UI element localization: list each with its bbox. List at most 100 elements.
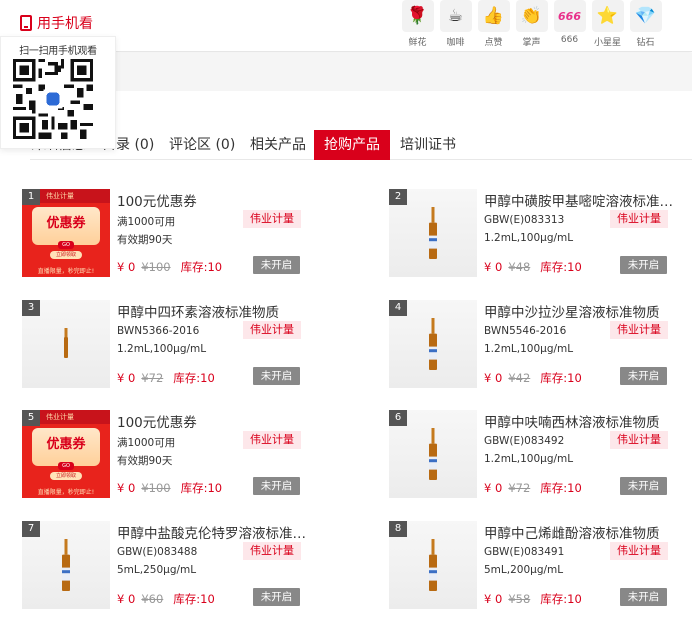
original-price: ¥100 <box>141 481 171 495</box>
rank-badge: 1 <box>22 189 40 205</box>
not-started-button[interactable]: 未开启 <box>253 256 300 274</box>
content-tabs: 详细信息 目录 (0) 评论区 (0) 相关产品 抢购产品 培训证书 <box>30 130 692 160</box>
gift-like[interactable]: 👍 点赞 <box>477 0 510 48</box>
stock-count: 10 <box>567 260 582 274</box>
currency-symbol: ¥ <box>484 592 492 606</box>
stock-label: 库存: <box>180 260 208 274</box>
product-card[interactable]: 4 甲醇中沙拉沙星溶液标准物质 BWN5546-2016 1.2mL,100μg/mL… <box>389 300 689 388</box>
coffee-icon: ☕ <box>439 0 472 32</box>
not-started-button[interactable]: 未开启 <box>253 588 300 606</box>
product-card[interactable]: 1 伟业计量 优惠券 GO 立即领取 直播限量，秒完即止! 100元优惠券 满1000可用 有效… <box>22 189 322 277</box>
product-name[interactable]: 甲醇中盐酸克伦特罗溶液标准物质 <box>117 522 317 542</box>
currency-symbol: ¥ <box>484 481 492 495</box>
rank-badge: 4 <box>389 300 407 316</box>
product-spec-line-1: GBW(E)083488 <box>117 546 198 558</box>
gift-star[interactable]: ⭐ 小星星 <box>591 0 624 48</box>
not-started-button[interactable]: 未开启 <box>620 588 667 606</box>
product-name[interactable]: 甲醇中沙拉沙星溶液标准物质 <box>484 301 684 321</box>
tab-comments[interactable]: 评论区 (0) <box>169 130 235 160</box>
product-card[interactable]: 3 甲醇中四环素溶液标准物质 BWN5366-2016 1.2mL,100μg/mL 伟… <box>22 300 322 388</box>
stock-label: 库存: <box>540 592 568 606</box>
product-card[interactable]: 2 甲醇中磺胺甲基嘧啶溶液标准物质 GBW(E)083313 1.2mL,100μg/… <box>389 189 689 277</box>
price-row: ¥ 0 ¥48 库存:10 <box>484 259 582 275</box>
qr-caption: 扫一扫用手机观看 <box>19 46 97 57</box>
stock-count: 10 <box>567 481 582 495</box>
tab-flash-sale-products[interactable]: 抢购产品 <box>314 130 390 160</box>
price-row: ¥ 0 ¥100 库存:10 <box>117 259 222 275</box>
tab-training-certificate[interactable]: 培训证书 <box>400 130 456 160</box>
not-started-button[interactable]: 未开启 <box>253 367 300 385</box>
gift-coffee[interactable]: ☕ 咖啡 <box>439 0 472 48</box>
sale-price: 0 <box>494 260 503 274</box>
price-row: ¥ 0 ¥60 库存:10 <box>117 591 215 607</box>
coupon-footer: 直播限量，秒完即止! <box>37 268 95 275</box>
not-started-button[interactable]: 未开启 <box>620 367 667 385</box>
rank-badge: 7 <box>22 521 40 537</box>
original-price: ¥42 <box>508 371 531 385</box>
product-spec-line-1: GBW(E)083313 <box>484 214 565 226</box>
not-started-button[interactable]: 未开启 <box>620 477 667 495</box>
not-started-button[interactable]: 未开启 <box>620 256 667 274</box>
watch-on-phone-label: 用手机看 <box>37 16 93 32</box>
product-spec-line-1: GBW(E)083491 <box>484 546 565 558</box>
product-spec-line-1: GBW(E)083492 <box>484 435 565 447</box>
six-six-six-icon: 666 <box>553 0 586 32</box>
original-price: ¥48 <box>508 260 531 274</box>
clap-icon: 👏 <box>515 0 548 32</box>
currency-symbol: ¥ <box>484 260 492 274</box>
product-card[interactable]: 7 甲醇中盐酸克伦特罗溶液标准物质 GBW(E)083488 5mL,250μg/mL… <box>22 521 322 609</box>
gift-666[interactable]: 666 666 <box>553 0 586 48</box>
product-name[interactable]: 100元优惠券 <box>117 190 317 210</box>
stock-label: 库存: <box>540 371 568 385</box>
product-card[interactable]: 8 甲醇中己烯雌酚溶液标准物质 GBW(E)083491 5mL,200μg/mL 伟业… <box>389 521 689 609</box>
rank-badge: 3 <box>22 300 40 316</box>
sale-price: 0 <box>127 592 136 606</box>
coupon-title: 优惠券 <box>32 428 100 466</box>
rank-badge: 6 <box>389 410 407 426</box>
coupon-go: GO <box>58 462 74 470</box>
product-card[interactable]: 5 伟业计量 优惠券 GO 立即领取 直播限量，秒完即止! 100元优惠券 满1000可用 有效… <box>22 410 322 498</box>
product-card[interactable]: 6 甲醇中呋喃西林溶液标准物质 GBW(E)083492 1.2mL,100μg/mL… <box>389 410 689 498</box>
diamond-icon: 💎 <box>629 0 662 32</box>
product-name[interactable]: 甲醇中磺胺甲基嘧啶溶液标准物质 <box>484 190 684 210</box>
gift-diamond[interactable]: 💎 钻石 <box>629 0 662 48</box>
watch-on-phone-link[interactable]: 用手机看 <box>20 13 93 33</box>
stock-label: 库存: <box>173 371 201 385</box>
original-price: ¥58 <box>508 592 531 606</box>
product-spec-line-2: 1.2mL,100μg/mL <box>484 453 574 465</box>
product-name[interactable]: 甲醇中呋喃西林溶液标准物质 <box>484 411 684 431</box>
gift-rose[interactable]: 🌹 鲜花 <box>401 0 434 48</box>
brand-tag: 伟业计量 <box>243 431 301 449</box>
tab-related-products[interactable]: 相关产品 <box>250 130 306 160</box>
sale-price: 0 <box>127 371 136 385</box>
currency-symbol: ¥ <box>117 260 125 274</box>
not-started-button[interactable]: 未开启 <box>253 477 300 495</box>
original-price: ¥100 <box>141 260 171 274</box>
product-name[interactable]: 甲醇中己烯雌酚溶液标准物质 <box>484 522 684 542</box>
product-spec-line-1: BWN5546-2016 <box>484 325 567 337</box>
sale-price: 0 <box>494 481 503 495</box>
qr-popup: 扫一扫用手机观看 <box>0 36 116 149</box>
brand-tag: 伟业计量 <box>610 431 668 449</box>
stock-label: 库存: <box>173 592 201 606</box>
stock-count: 10 <box>207 481 223 495</box>
price-row: ¥ 0 ¥58 库存:10 <box>484 591 582 607</box>
price-row: ¥ 0 ¥42 库存:10 <box>484 370 582 386</box>
product-spec-line-2: 5mL,250μg/mL <box>117 564 197 576</box>
rank-badge: 5 <box>22 410 40 426</box>
sale-price: 0 <box>127 260 136 274</box>
product-spec-line-1: BWN5366-2016 <box>117 325 200 337</box>
stock-label: 库存: <box>180 481 208 495</box>
product-name[interactable]: 甲醇中四环素溶液标准物质 <box>117 301 317 321</box>
gift-applause[interactable]: 👏 掌声 <box>515 0 548 48</box>
gift-bar: 🌹 鲜花 ☕ 咖啡 👍 点赞 👏 掌声 666 666 ⭐ 小星星 💎 钻石 <box>401 0 662 48</box>
stock-count: 10 <box>567 592 582 606</box>
star-icon: ⭐ <box>591 0 624 32</box>
product-spec-line-2: 有效期90天 <box>117 455 173 467</box>
thumbs-up-icon: 👍 <box>477 0 510 32</box>
brand-tag: 伟业计量 <box>243 321 301 339</box>
qr-code-image <box>13 59 93 139</box>
product-name[interactable]: 100元优惠券 <box>117 411 317 431</box>
product-spec-line-1: 满1000可用 <box>117 437 176 449</box>
rose-icon: 🌹 <box>401 0 434 32</box>
